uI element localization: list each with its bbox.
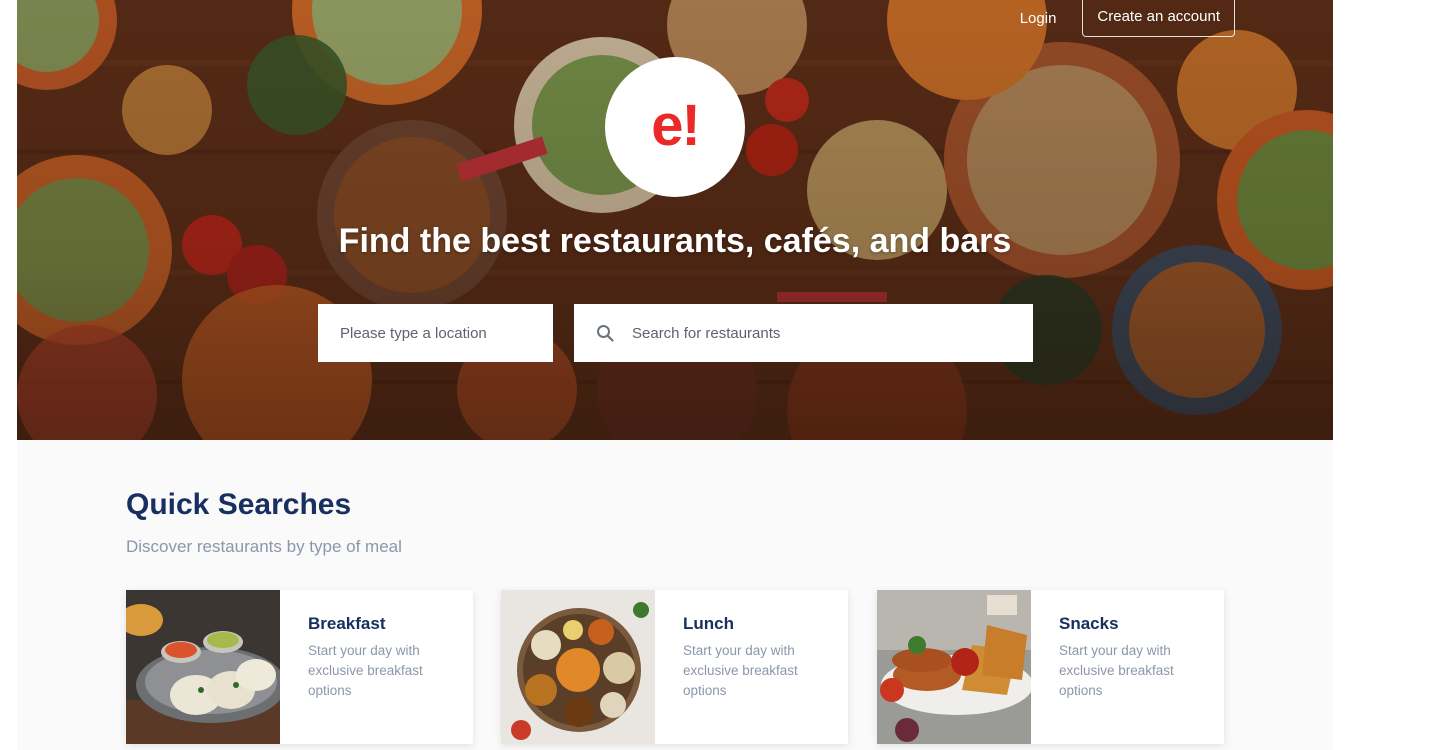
top-nav: Login Create an account bbox=[1018, 0, 1235, 37]
meal-card-lunch[interactable]: Lunch Start your day with exclusive brea… bbox=[501, 590, 848, 744]
meal-card-description: Start your day with exclusive breakfast … bbox=[1059, 643, 1174, 698]
restaurant-search-input[interactable] bbox=[630, 303, 1033, 363]
search-icon bbox=[596, 324, 614, 342]
brand-logo[interactable]: e! bbox=[605, 57, 745, 197]
meal-card-title: Lunch bbox=[683, 614, 734, 633]
brand-logo-text: e! bbox=[651, 92, 701, 158]
lunch-image bbox=[501, 590, 655, 744]
meal-card-title: Breakfast bbox=[308, 614, 386, 633]
hero-headline: Find the best restaurants, cafés, and ba… bbox=[338, 222, 1012, 260]
create-account-button[interactable]: Create an account bbox=[1082, 0, 1235, 37]
meal-card-breakfast[interactable]: Breakfast Start your day with exclusive … bbox=[126, 590, 473, 744]
meal-card-description: Start your day with exclusive breakfast … bbox=[683, 643, 798, 698]
quick-searches-subtitle: Discover restaurants by type of meal bbox=[126, 537, 402, 556]
location-input[interactable] bbox=[318, 304, 553, 362]
meal-card-snacks[interactable]: Snacks Start your day with exclusive bre… bbox=[877, 590, 1224, 744]
hero-banner: Login Create an account e! Find the best… bbox=[17, 0, 1333, 440]
restaurant-search-box[interactable] bbox=[574, 303, 1033, 363]
lunch-card-body: Lunch Start your day with exclusive brea… bbox=[655, 590, 848, 744]
snacks-image bbox=[877, 590, 1031, 744]
quick-searches-title: Quick Searches bbox=[126, 488, 352, 521]
page: Login Create an account e! Find the best… bbox=[17, 0, 1333, 750]
breakfast-image bbox=[126, 590, 280, 744]
breakfast-card-body: Breakfast Start your day with exclusive … bbox=[280, 590, 473, 744]
login-link[interactable]: Login bbox=[1018, 2, 1059, 35]
snacks-card-body: Snacks Start your day with exclusive bre… bbox=[1031, 590, 1224, 744]
meal-card-title: Snacks bbox=[1059, 614, 1119, 633]
meal-card-description: Start your day with exclusive breakfast … bbox=[308, 643, 423, 698]
